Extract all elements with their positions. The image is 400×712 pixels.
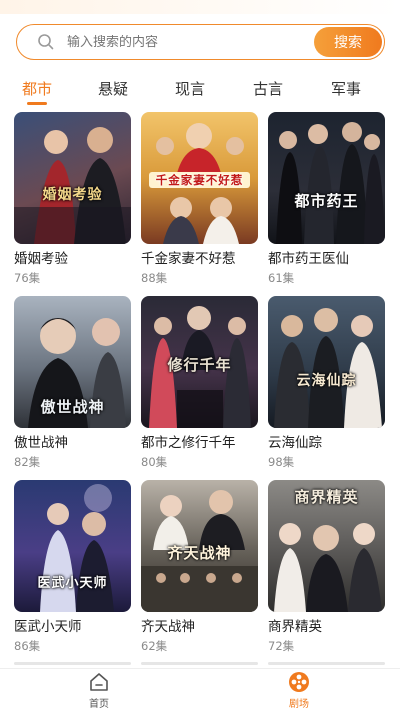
drama-card[interactable]: 都市药王 都市药王医仙 61集 bbox=[268, 112, 385, 286]
drama-poster[interactable]: 婚姻考验 bbox=[14, 112, 131, 244]
nav-home-label: 首页 bbox=[89, 699, 109, 710]
drama-title: 医武小天师 bbox=[14, 619, 82, 635]
drama-card[interactable]: 傲世战神 傲世战神 82集 bbox=[14, 296, 131, 470]
poster-title: 婚姻考验 bbox=[42, 187, 103, 203]
search-button[interactable]: 搜索 bbox=[314, 27, 382, 57]
tab-junshi[interactable]: 军事 bbox=[331, 78, 361, 99]
tab-xuanyi[interactable]: 悬疑 bbox=[98, 78, 128, 99]
poster-title: 都市药王 bbox=[294, 192, 359, 210]
nav-theater[interactable]: 剧场 bbox=[259, 671, 339, 710]
tab-active-indicator bbox=[27, 102, 47, 105]
episode-count: 98集 bbox=[268, 455, 295, 469]
episode-count: 76集 bbox=[14, 271, 41, 285]
status-bar-strip bbox=[0, 0, 400, 14]
drama-card[interactable]: 千金家妻不好惹 千金家妻不好惹 88集 bbox=[141, 112, 258, 286]
home-icon bbox=[90, 673, 108, 691]
search-icon bbox=[38, 34, 54, 50]
poster-title: 修行千年 bbox=[167, 356, 232, 374]
episode-count: 61集 bbox=[268, 271, 295, 285]
poster-title: 傲世战神 bbox=[40, 398, 105, 416]
next-row-peek bbox=[141, 662, 258, 665]
poster-title: 千金家妻不好惹 bbox=[149, 172, 250, 188]
poster-title: 齐天战神 bbox=[167, 544, 232, 562]
episode-count: 72集 bbox=[268, 639, 295, 653]
episode-count: 86集 bbox=[14, 639, 41, 653]
next-row-peek bbox=[14, 662, 131, 665]
episode-count: 82集 bbox=[14, 455, 41, 469]
drama-poster[interactable]: 千金家妻不好惹 bbox=[141, 112, 258, 244]
drama-title: 婚姻考验 bbox=[14, 251, 68, 267]
nav-home[interactable]: 首页 bbox=[59, 671, 139, 710]
drama-card[interactable]: 齐天战神 齐天战神 62集 bbox=[141, 480, 258, 654]
drama-card[interactable]: 云海仙踪 云海仙踪 98集 bbox=[268, 296, 385, 470]
drama-poster[interactable]: 都市药王 bbox=[268, 112, 385, 244]
drama-poster[interactable]: 医武小天师 bbox=[14, 480, 131, 612]
drama-poster[interactable]: 修行千年 bbox=[141, 296, 258, 428]
drama-card[interactable]: 医武小天师 医武小天师 86集 bbox=[14, 480, 131, 654]
episode-count: 88集 bbox=[141, 271, 168, 285]
drama-poster[interactable]: 齐天战神 bbox=[141, 480, 258, 612]
drama-card[interactable]: 修行千年 都市之修行千年 80集 bbox=[141, 296, 258, 470]
film-reel-icon bbox=[289, 672, 309, 692]
episode-count: 80集 bbox=[141, 455, 168, 469]
drama-card[interactable]: 商界精英 商界精英 72集 bbox=[268, 480, 385, 654]
drama-title: 都市药王医仙 bbox=[268, 251, 349, 267]
drama-title: 商界精英 bbox=[268, 619, 322, 635]
category-tabs: 都市 悬疑 现言 古言 军事 bbox=[0, 76, 400, 106]
bottom-nav: 首页 剧场 bbox=[0, 668, 400, 712]
drama-title: 云海仙踪 bbox=[268, 435, 322, 451]
drama-poster[interactable]: 云海仙踪 bbox=[268, 296, 385, 428]
poster-title: 云海仙踪 bbox=[296, 373, 357, 389]
drama-title: 傲世战神 bbox=[14, 435, 68, 451]
drama-poster[interactable]: 傲世战神 bbox=[14, 296, 131, 428]
drama-poster[interactable]: 商界精英 bbox=[268, 480, 385, 612]
drama-title: 齐天战神 bbox=[141, 619, 195, 635]
drama-title: 都市之修行千年 bbox=[141, 435, 236, 451]
nav-theater-label: 剧场 bbox=[289, 699, 309, 710]
drama-card[interactable]: 婚姻考验 婚姻考验 76集 bbox=[14, 112, 131, 286]
tab-dushi[interactable]: 都市 bbox=[22, 78, 52, 99]
tab-xianyan[interactable]: 现言 bbox=[175, 78, 205, 99]
poster-title: 医武小天师 bbox=[37, 576, 108, 591]
poster-title: 商界精英 bbox=[294, 488, 359, 506]
search-bar[interactable]: 搜索 bbox=[16, 24, 385, 60]
episode-count: 62集 bbox=[141, 639, 168, 653]
drama-title: 千金家妻不好惹 bbox=[141, 251, 236, 267]
next-row-peek bbox=[268, 662, 385, 665]
tab-guyan[interactable]: 古言 bbox=[253, 78, 283, 99]
